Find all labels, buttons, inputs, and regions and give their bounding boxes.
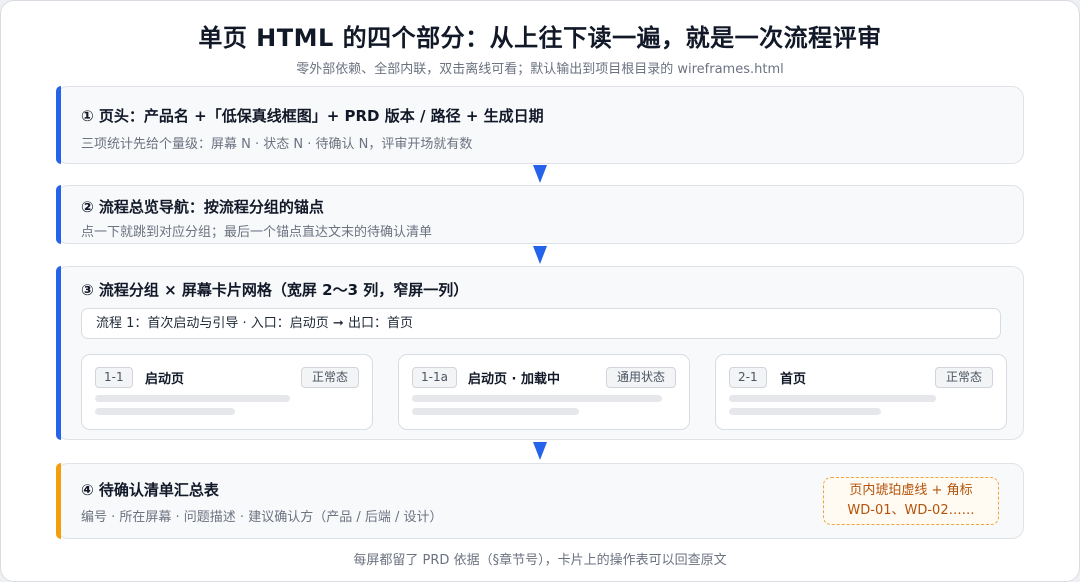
placeholder-line: [729, 395, 936, 402]
screen-name: 启动页: [145, 372, 185, 387]
down-arrow-icon: [533, 246, 547, 264]
flow-row: 流程 1：首次启动与引导 · 入口：启动页 ➞ 出口：首页: [81, 308, 1001, 339]
placeholder-line: [412, 408, 579, 415]
section-title: ④ 待确认清单汇总表: [81, 481, 219, 499]
screen-name: 首页: [780, 372, 807, 387]
section-flow-nav-block: ② 流程总览导航：按流程分组的锚点 点一下就跳到对应分组；最后一个锚点直达文末的…: [56, 185, 1024, 244]
section-accent-bar: [56, 266, 61, 440]
placeholder-line: [95, 395, 290, 402]
section-pending-list-block: ④ 待确认清单汇总表 编号 · 所在屏幕 · 问题描述 · 建议确认方（产品 /…: [56, 463, 1024, 539]
screen-card: 1-1a 启动页 · 加载中 通用状态: [398, 354, 690, 430]
down-arrow-icon: [533, 442, 547, 460]
section-description: 点一下就跳到对应分组；最后一个锚点直达文末的待确认清单: [81, 225, 433, 240]
note-line: WD-01、WD-02……: [847, 503, 975, 518]
section-accent-bar: [56, 86, 61, 164]
diagram-title: 单页 HTML 的四个部分：从上往下读一遍，就是一次流程评审: [198, 24, 882, 52]
placeholder-line: [729, 408, 881, 415]
placeholder-line: [412, 395, 662, 402]
note-line: 页内琥珀虚线 + 角标: [849, 483, 973, 498]
section-screen-grid-block: ③ 流程分组 × 屏幕卡片网格（宽屏 2～3 列，窄屏一列） 流程 1：首次启动…: [56, 266, 1024, 440]
down-arrow-icon: [533, 165, 547, 183]
section-title: ① 页头：产品名 +「低保真线框图」+ PRD 版本 / 路径 + 生成日期: [81, 107, 544, 125]
section-title: ② 流程总览导航：按流程分组的锚点: [81, 198, 324, 216]
state-tag: 通用状态: [605, 367, 676, 388]
screen-card: 2-1 首页 正常态: [715, 354, 1007, 430]
section-description: 三项统计先给个量级：屏幕 N · 状态 N · 待确认 N，评审开场就有数: [81, 137, 473, 152]
footer-note: 每屏都留了 PRD 依据（§章节号），卡片上的操作表可以回查原文: [353, 553, 727, 568]
screen-id-badge: 1-1: [95, 367, 133, 388]
screen-id-badge: 2-1: [729, 367, 767, 388]
section-title: ③ 流程分组 × 屏幕卡片网格（宽屏 2～3 列，窄屏一列）: [81, 281, 469, 299]
screen-card: 1-1 启动页 正常态: [81, 354, 373, 430]
screen-id-badge: 1-1a: [412, 367, 457, 388]
section-accent-bar: [56, 185, 61, 244]
section-header-block: ① 页头：产品名 +「低保真线框图」+ PRD 版本 / 路径 + 生成日期 三…: [56, 86, 1024, 164]
screen-name: 启动页 · 加载中: [468, 372, 560, 387]
amber-note-box: 页内琥珀虚线 + 角标 WD-01、WD-02……: [823, 477, 999, 525]
state-tag: 正常态: [300, 367, 359, 388]
placeholder-line: [95, 408, 235, 415]
diagram-subtitle: 零外部依赖、全部内联，双击离线可看；默认输出到项目根目录的 wireframes…: [296, 62, 784, 77]
state-tag: 正常态: [934, 367, 993, 388]
section-accent-bar: [56, 463, 61, 539]
section-description: 编号 · 所在屏幕 · 问题描述 · 建议确认方（产品 / 后端 / 设计）: [81, 510, 443, 525]
